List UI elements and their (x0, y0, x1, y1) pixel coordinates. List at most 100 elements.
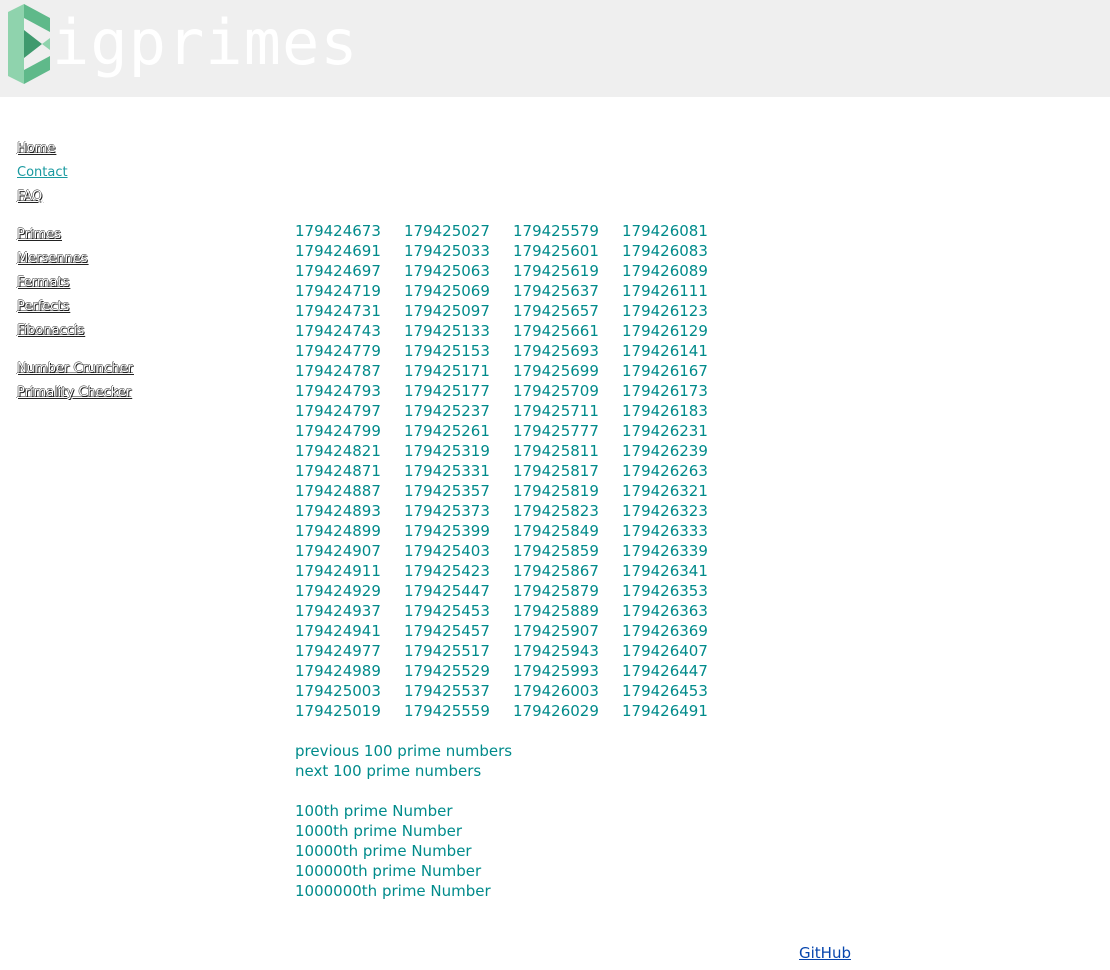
sidebar-link-fermats[interactable]: Fermats (17, 275, 217, 291)
prime-number: 179426129 (622, 322, 708, 340)
sidebar-link-home[interactable]: Home (17, 141, 217, 157)
prime-number: 179424793 (295, 382, 381, 400)
prime-number: 179425373 (404, 502, 490, 520)
sidebar-link-primality-checker[interactable]: Primality Checker (17, 385, 217, 401)
sidebar-divider (17, 347, 217, 361)
prime-number: 179426123 (622, 302, 708, 320)
sidebar-link-fibonaccis[interactable]: Fibonaccis (17, 323, 217, 339)
site-logo-text[interactable]: igprimes (52, 3, 359, 83)
sidebar-link-number-cruncher[interactable]: Number Cruncher (17, 361, 217, 377)
prime-number: 179425889 (513, 602, 599, 620)
prime-number: 179425019 (295, 702, 381, 720)
sidebar-link-mersennes[interactable]: Mersennes (17, 251, 217, 267)
github-link[interactable]: GitHub (799, 943, 851, 963)
previous-100-link[interactable]: previous 100 prime numbers (295, 741, 731, 761)
main-content: 179424673 179424691 179424697 179424719 1794… (295, 221, 731, 901)
prime-number: 179424907 (295, 542, 381, 560)
prime-number: 179426183 (622, 402, 708, 420)
nth-prime-link-1000000[interactable]: 1000000th prime Number (295, 881, 731, 901)
prime-number: 179425529 (404, 662, 490, 680)
prime-number: 179424937 (295, 602, 381, 620)
prime-number: 179425537 (404, 682, 490, 700)
prime-number: 179425033 (404, 242, 490, 260)
prime-column: 179426081 179426083 179426089 179426111 1794… (622, 221, 731, 721)
prime-number: 179425133 (404, 322, 490, 340)
prime-number: 179425517 (404, 642, 490, 660)
site-header: igprimes (0, 0, 1110, 97)
nth-prime-link-100[interactable]: 100th prime Number (295, 801, 731, 821)
prime-number: 179425849 (513, 522, 599, 540)
prime-number: 179426321 (622, 482, 708, 500)
prime-number: 179425063 (404, 262, 490, 280)
prime-number: 179425657 (513, 302, 599, 320)
prime-number: 179425319 (404, 442, 490, 460)
prime-number: 179425237 (404, 402, 490, 420)
prime-column: 179424673 179424691 179424697 179424719 1794… (295, 221, 404, 721)
sidebar-link-contact[interactable]: Contact (17, 165, 217, 181)
prime-number: 179426029 (513, 702, 599, 720)
prime-number: 179424821 (295, 442, 381, 460)
sidebar-link-faq[interactable]: FAQ (17, 189, 217, 205)
prime-number: 179424899 (295, 522, 381, 540)
prime-number: 179426081 (622, 222, 708, 240)
prime-number: 179425661 (513, 322, 599, 340)
prime-number: 179426491 (622, 702, 708, 720)
prime-number: 179424799 (295, 422, 381, 440)
prime-number: 179425177 (404, 382, 490, 400)
prime-number: 179426363 (622, 602, 708, 620)
prime-number: 179426141 (622, 342, 708, 360)
prime-number: 179426003 (513, 682, 599, 700)
prime-number: 179425693 (513, 342, 599, 360)
sidebar-divider (17, 213, 217, 227)
sidebar-link-perfects[interactable]: Perfects (17, 299, 217, 315)
sidebar-link-primes[interactable]: Primes (17, 227, 217, 243)
prime-number: 179426339 (622, 542, 708, 560)
prime-column: 179425027 179425033 179425063 179425069 1794… (404, 221, 513, 721)
prime-number: 179425579 (513, 222, 599, 240)
prime-number: 179424691 (295, 242, 381, 260)
bigprimes-logo-icon[interactable] (6, 4, 52, 84)
page-navigation: previous 100 prime numbers next 100 prim… (295, 741, 731, 901)
prime-number: 179425171 (404, 362, 490, 380)
prime-number: 179425069 (404, 282, 490, 300)
prime-number: 179425447 (404, 582, 490, 600)
prime-number: 179425637 (513, 282, 599, 300)
prime-number: 179426453 (622, 682, 708, 700)
prime-number: 179426083 (622, 242, 708, 260)
prime-number: 179425823 (513, 502, 599, 520)
prime-number: 179425097 (404, 302, 490, 320)
prime-number: 179425601 (513, 242, 599, 260)
prime-number: 179424977 (295, 642, 381, 660)
prime-number: 179424787 (295, 362, 381, 380)
prime-number: 179425907 (513, 622, 599, 640)
prime-number-grid: 179424673 179424691 179424697 179424719 1794… (295, 221, 731, 721)
nth-prime-link-1000[interactable]: 1000th prime Number (295, 821, 731, 841)
links-spacer (295, 781, 731, 801)
prime-number: 179425711 (513, 402, 599, 420)
prime-number: 179426231 (622, 422, 708, 440)
prime-number: 179426089 (622, 262, 708, 280)
prime-number: 179426111 (622, 282, 708, 300)
prime-number: 179426369 (622, 622, 708, 640)
nth-prime-link-100000[interactable]: 100000th prime Number (295, 861, 731, 881)
prime-number: 179424911 (295, 562, 381, 580)
prime-number: 179424731 (295, 302, 381, 320)
prime-number: 179424673 (295, 222, 381, 240)
prime-number: 179426407 (622, 642, 708, 660)
prime-number: 179426341 (622, 562, 708, 580)
prime-number: 179425331 (404, 462, 490, 480)
prime-number: 179425423 (404, 562, 490, 580)
prime-number: 179425153 (404, 342, 490, 360)
prime-number: 179424929 (295, 582, 381, 600)
next-100-link[interactable]: next 100 prime numbers (295, 761, 731, 781)
prime-number: 179426263 (622, 462, 708, 480)
nth-prime-link-10000[interactable]: 10000th prime Number (295, 841, 731, 861)
prime-number: 179426447 (622, 662, 708, 680)
prime-number: 179424779 (295, 342, 381, 360)
prime-number: 179426167 (622, 362, 708, 380)
prime-number: 179424697 (295, 262, 381, 280)
prime-number: 179425817 (513, 462, 599, 480)
prime-number: 179425879 (513, 582, 599, 600)
prime-number: 179424743 (295, 322, 381, 340)
prime-number: 179424887 (295, 482, 381, 500)
